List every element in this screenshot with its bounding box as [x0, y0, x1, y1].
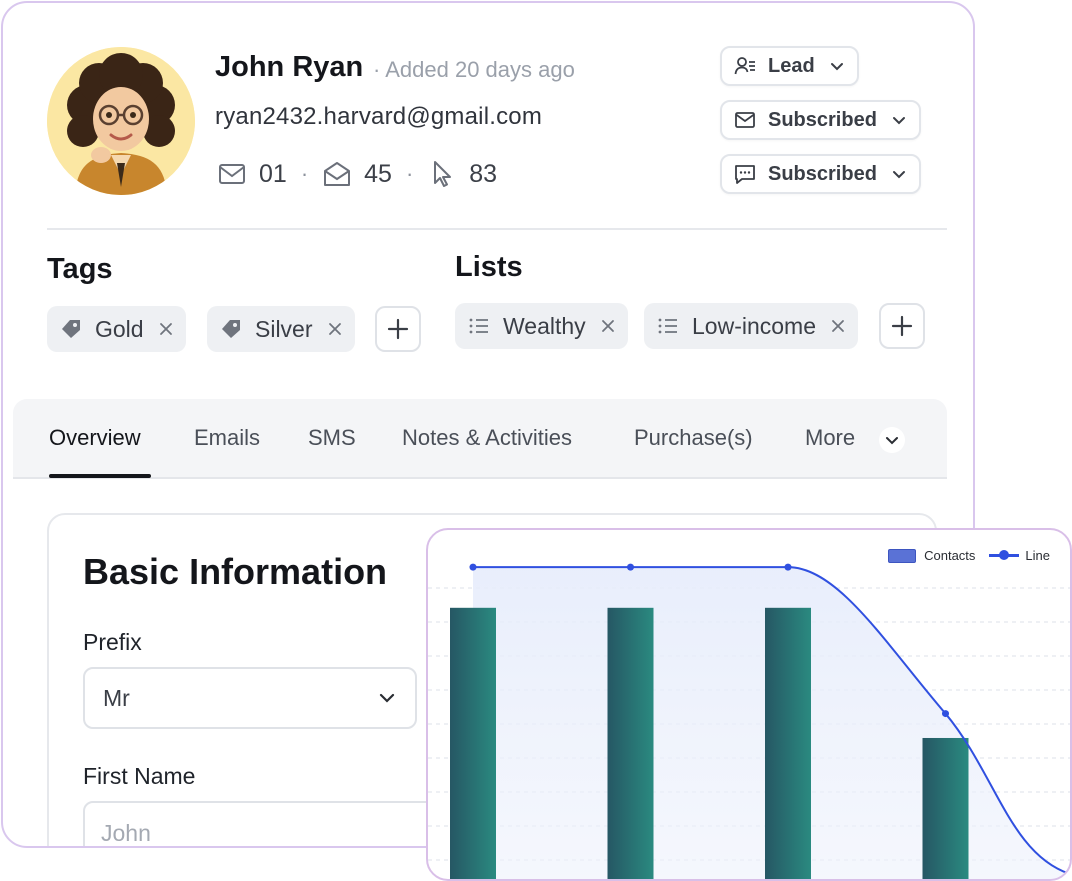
engagement-stats: 01 · 45 · 83	[217, 159, 497, 189]
line-point-3[interactable]	[784, 563, 792, 571]
close-icon[interactable]	[327, 321, 343, 337]
close-icon[interactable]	[158, 321, 174, 337]
tab-sms[interactable]: SMS	[308, 425, 356, 451]
contacts-chart	[428, 563, 1070, 879]
tag-icon	[222, 320, 240, 338]
list-icon	[658, 318, 677, 334]
mail-icon	[219, 164, 245, 184]
sms-subscription-label: Subscribed	[768, 162, 877, 185]
list-chip[interactable]: Wealthy	[455, 303, 628, 349]
add-list-button[interactable]	[879, 303, 925, 349]
chevron-down-icon	[892, 171, 905, 179]
avatar-illustration	[47, 47, 195, 195]
bar-contacts-4[interactable]	[922, 737, 969, 879]
contact-added: · Added 20 days ago	[373, 57, 575, 82]
prefix-select[interactable]: Mr	[83, 667, 417, 729]
plus-icon	[891, 315, 913, 337]
tab-emails[interactable]: Emails	[194, 425, 260, 451]
cursor-icon	[434, 161, 452, 187]
first-name-placeholder: John	[101, 819, 151, 846]
chevron-down-icon	[886, 437, 898, 445]
contacts-chart-card: Contacts Line	[426, 528, 1072, 881]
contact-name: John Ryan	[215, 51, 364, 83]
bar-contacts-3[interactable]	[765, 607, 811, 879]
links-clicked-count: 83	[469, 159, 498, 188]
mail-open-icon	[324, 162, 351, 186]
email-subscription-dropdown[interactable]: Subscribed	[720, 100, 921, 140]
tab-bar: Overview Emails SMS Notes & Activities P…	[13, 399, 947, 479]
close-icon[interactable]	[830, 318, 846, 334]
legend-label-line: Line	[1025, 548, 1050, 563]
avatar[interactable]	[47, 47, 195, 195]
added-text: Added 20 days ago	[385, 57, 575, 82]
stat-separator: ·	[405, 161, 414, 186]
links-clicked-stat: 83	[427, 159, 497, 189]
tab-purchases[interactable]: Purchase(s)	[634, 425, 753, 451]
emails-sent-stat: 01	[217, 159, 287, 189]
tag-label: Silver	[255, 315, 313, 342]
tag-chip[interactable]: Silver	[207, 306, 355, 352]
more-tabs-button[interactable]	[879, 427, 905, 453]
legend-label-contacts: Contacts	[924, 548, 976, 563]
emails-opened-stat: 45	[322, 159, 392, 189]
mail-icon	[735, 112, 755, 128]
bar-contacts-1[interactable]	[450, 607, 496, 879]
prefix-label: Prefix	[83, 629, 142, 655]
close-icon[interactable]	[600, 318, 616, 334]
active-tab-indicator	[49, 474, 151, 478]
emails-sent-count: 01	[259, 159, 287, 188]
basic-information-title: Basic Information	[83, 551, 388, 592]
stat-separator: ·	[300, 161, 309, 186]
tag-icon	[62, 320, 80, 338]
line-point-1[interactable]	[469, 563, 477, 571]
chevron-down-icon	[379, 693, 395, 703]
contact-email[interactable]: ryan2432.harvard@gmail.com	[215, 103, 542, 131]
tags-title: Tags	[47, 253, 113, 285]
chart-legend: Contacts Line	[888, 548, 1050, 563]
prefix-value: Mr	[103, 684, 130, 711]
sms-subscription-dropdown[interactable]: Subscribed	[720, 154, 921, 194]
header-divider	[47, 228, 947, 230]
list-label: Wealthy	[503, 312, 586, 339]
status-label: Lead	[768, 54, 815, 77]
tag-chip[interactable]: Gold	[47, 306, 186, 352]
tab-overview[interactable]: Overview	[49, 425, 141, 451]
lists-title: Lists	[455, 251, 523, 283]
tag-label: Gold	[95, 315, 144, 342]
status-dropdown[interactable]: Lead	[720, 46, 859, 86]
legend-swatch-contacts	[888, 548, 917, 563]
legend-swatch-line	[989, 550, 1020, 560]
first-name-label: First Name	[83, 763, 196, 789]
first-name-input[interactable]: John	[83, 801, 483, 846]
message-icon	[735, 165, 755, 184]
tab-notes-activities[interactable]: Notes & Activities	[402, 425, 572, 451]
chevron-down-icon	[830, 63, 843, 71]
list-icon	[469, 318, 488, 334]
add-tag-button[interactable]	[375, 306, 421, 352]
chevron-down-icon	[892, 117, 905, 125]
list-label: Low-income	[692, 312, 816, 339]
user-list-icon	[734, 57, 755, 75]
emails-opened-count: 45	[364, 159, 392, 188]
list-chip[interactable]: Low-income	[644, 303, 858, 349]
plus-icon	[387, 318, 409, 340]
bar-contacts-2[interactable]	[607, 607, 654, 879]
email-subscription-label: Subscribed	[768, 108, 877, 131]
line-point-2[interactable]	[627, 563, 634, 571]
line-point-4[interactable]	[942, 710, 949, 718]
tab-more[interactable]: More	[805, 425, 855, 451]
